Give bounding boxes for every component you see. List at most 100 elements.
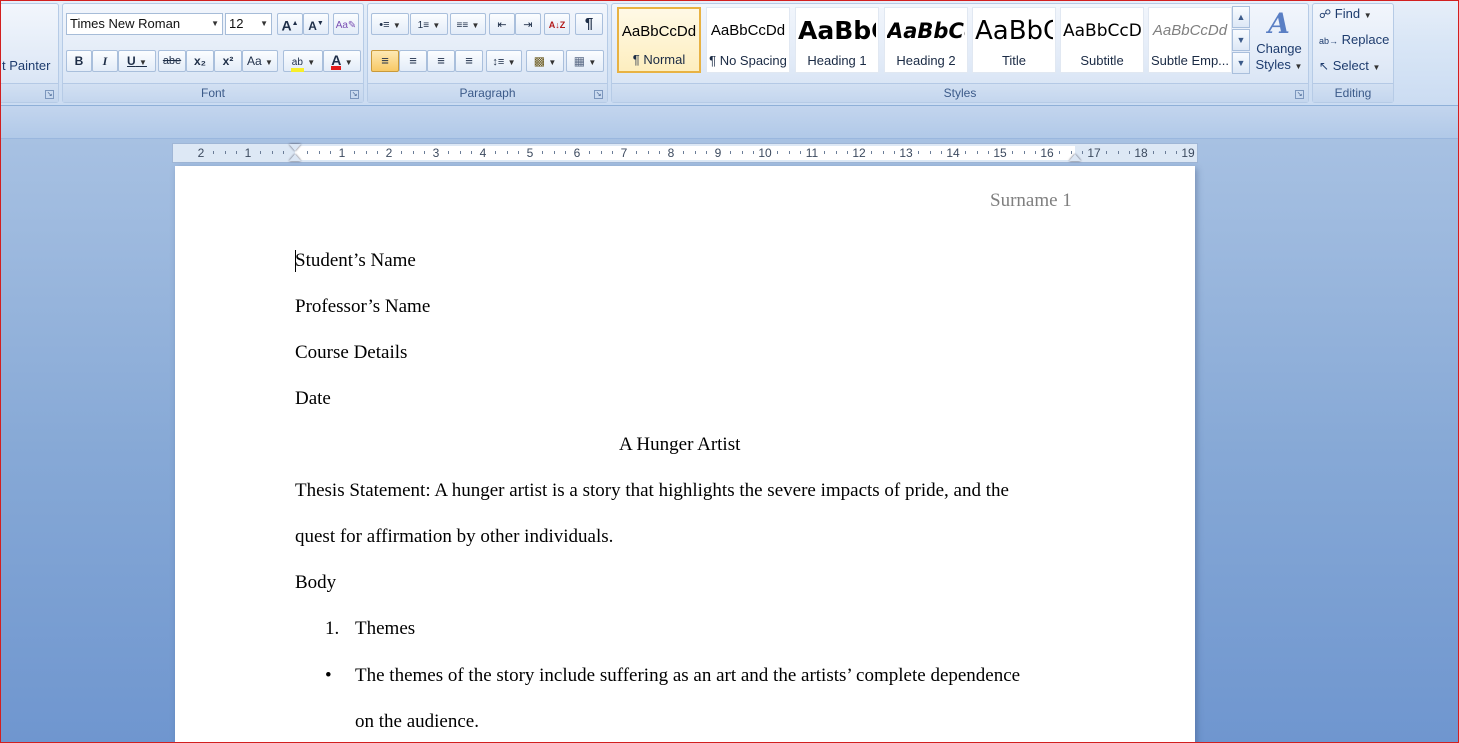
line-date[interactable]: Date [295,387,331,411]
decrease-indent-button[interactable]: ⇤ [489,13,515,35]
align-right-button[interactable]: ≡ [427,50,455,72]
ruler-tick [319,151,320,154]
style-title[interactable]: AaBbC Title [972,7,1056,73]
style-sample: AaBbC [975,16,1053,46]
style-subtitle[interactable]: AaBbCcD Subtitle [1060,7,1144,73]
ruler-tick [413,151,414,154]
ruler-tick [330,151,331,154]
ruler-number: 16 [1040,146,1054,160]
change-styles-icon: A [1268,7,1290,40]
ruler-tick [283,151,284,154]
shrink-font-button[interactable]: A▼ [303,13,329,35]
sort-button[interactable]: A↓Z [544,13,570,35]
ruler-tick [225,151,226,154]
ruler-number: 17 [1087,146,1101,160]
bullets-button[interactable]: •≡ ▼ [371,13,409,35]
ruler-tick [1035,151,1036,154]
clipboard-dialog-launcher-icon[interactable]: ↘ [45,90,54,99]
align-right-icon: ≡ [437,53,445,68]
replace-button[interactable]: ab→ Replace [1319,30,1389,50]
select-button[interactable]: ↖ Select ▼ [1319,56,1380,76]
thesis-line-1[interactable]: Thesis Statement: A hunger artist is a s… [295,479,1009,503]
multilevel-list-button[interactable]: ≡≡ ▼ [450,13,486,35]
style-name: Subtitle [1080,53,1124,68]
styles-dialog-launcher-icon[interactable]: ↘ [1295,90,1304,99]
increase-indent-button[interactable]: ⇥ [515,13,541,35]
style-sample: AaBbCcD [1063,21,1141,41]
ruler-tick [648,151,649,154]
align-center-button[interactable]: ≡ [399,50,427,72]
document-title[interactable]: A Hunger Artist [619,433,740,457]
ruler-tick [260,151,261,154]
ruler-tick [589,151,590,154]
binoculars-icon: ☍ [1319,7,1332,21]
clear-formatting-button[interactable]: Aa✎ [333,13,359,35]
line-spacing-button[interactable]: ↕≡ ▼ [486,50,522,72]
style-no-spacing[interactable]: AaBbCcDd ¶ No Spacing [706,7,790,73]
paragraph-dialog-launcher-icon[interactable]: ↘ [594,90,603,99]
bullet-line-2[interactable]: on the audience. [355,710,479,734]
font-color-button[interactable]: A ▼ [323,50,361,72]
change-styles-label-1: Change [1256,41,1302,56]
superscript-button[interactable]: x² [214,50,242,72]
styles-scroll-up-button[interactable]: ▲ [1232,6,1250,28]
ruler-number: 6 [573,146,581,160]
style-subtle-emphasis[interactable]: AaBbCcDd Subtle Emp... [1148,7,1232,73]
thesis-line-2[interactable]: quest for affirmation by other individua… [295,525,613,549]
bullet-line-1[interactable]: The themes of the story include sufferin… [355,664,1020,688]
highlight-button[interactable]: ab ▼ [283,50,323,72]
styles-scroll-down-button[interactable]: ▼ [1232,29,1250,51]
shading-button[interactable]: ▩ ▼ [526,50,564,72]
numbered-list-icon: 1≡ [417,20,430,31]
show-formatting-button[interactable]: ¶ [575,13,603,35]
ruler-tick [977,151,978,154]
ruler-tick [377,151,378,154]
underline-button[interactable]: U ▼ [118,50,156,72]
ruler-number: 11 [805,146,819,160]
font-name-combobox[interactable]: Times New Roman ▼ [66,13,223,35]
grow-font-button[interactable]: A▲ [277,13,303,35]
horizontal-ruler[interactable]: 2 1 1 2 3 4 5 6 7 8 9 10 11 12 13 14 15 16 17 18 19 [172,143,1198,163]
change-styles-button[interactable]: A Change Styles ▼ [1253,7,1305,83]
style-sample: AaBbCc [887,19,965,43]
ruler-tick [507,151,508,154]
ruler-tick [366,151,367,154]
strikethrough-button[interactable]: abe [158,50,186,72]
format-painter-label: t Painter [2,58,51,73]
ruler-number: 8 [667,146,675,160]
align-left-button[interactable]: ≡ [371,50,399,72]
style-heading-1[interactable]: AaBbC Heading 1 [795,7,879,73]
hanging-indent-marker[interactable] [289,154,301,161]
font-size-combobox[interactable]: 12 ▼ [225,13,272,35]
numbering-button[interactable]: 1≡ ▼ [410,13,448,35]
line-student-name[interactable]: Student’s Name [295,249,416,273]
borders-button[interactable]: ▦ ▼ [566,50,604,72]
ruler-tick [601,151,602,154]
right-indent-marker[interactable] [1069,154,1081,161]
chevron-up-icon: ▲ [1236,12,1246,22]
font-dialog-launcher-icon[interactable]: ↘ [350,90,359,99]
subscript-button[interactable]: x₂ [186,50,214,72]
styles-more-button[interactable]: ▼ [1232,52,1250,74]
line-course-details[interactable]: Course Details [295,341,407,365]
ruler-number: 1 [338,146,346,160]
ruler-tick [307,151,308,154]
page-header: Surname 1 [990,190,1072,211]
list-item-themes[interactable]: Themes [355,617,415,641]
find-button[interactable]: ☍ Find ▼ [1319,4,1372,24]
first-line-indent-marker[interactable] [289,144,301,151]
bold-button[interactable]: B [66,50,92,72]
style-sample: AaBbCcDd [621,23,697,40]
line-body[interactable]: Body [295,571,336,595]
change-case-button[interactable]: Aa ▼ [242,50,278,72]
italic-button[interactable]: I [92,50,118,72]
style-heading-2[interactable]: AaBbCc Heading 2 [884,7,968,73]
ruler-tick [236,151,237,154]
superscript-icon: x² [222,54,234,68]
justify-button[interactable]: ≡ [455,50,483,72]
style-normal[interactable]: AaBbCcDd ¶ Normal [617,7,701,73]
ruler-tick [401,151,402,154]
ruler-tick [930,151,931,154]
line-professor-name[interactable]: Professor’s Name [295,295,430,319]
format-painter-button[interactable]: t Painter [2,58,50,73]
